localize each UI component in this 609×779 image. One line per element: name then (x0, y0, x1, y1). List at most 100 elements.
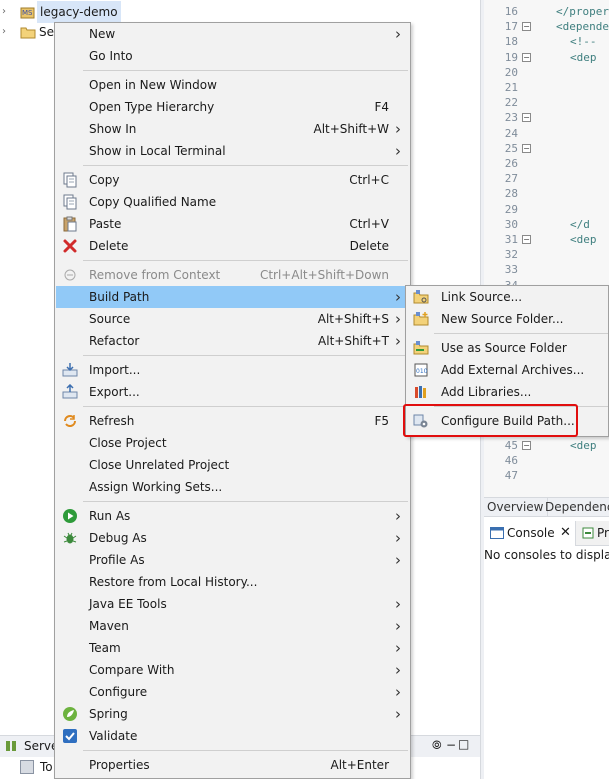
fold-toggle-icon[interactable]: − (522, 22, 531, 32)
menu-item-label: Go Into (89, 49, 133, 63)
menu-item-paste[interactable]: Paste Ctrl+V (56, 213, 409, 235)
submenu-arrow-icon: › (395, 120, 401, 138)
fold-toggle-icon[interactable]: − (522, 113, 531, 123)
menu-item-profile-as[interactable]: Profile As › (56, 549, 409, 571)
line-number: 33 (504, 263, 518, 277)
use-source-folder-icon (413, 340, 429, 356)
menu-item-team[interactable]: Team › (56, 637, 409, 659)
console-view-tabbar: Console ✕ Pr (484, 521, 609, 546)
expand-arrow-icon[interactable]: › (2, 21, 6, 43)
tab-second[interactable]: Pr (597, 526, 609, 540)
code-text: <!-- (570, 35, 597, 49)
menu-item-shortcut: Alt+Shift+W (313, 122, 390, 136)
menu-item-shortcut: Ctrl+Alt+Shift+Down (259, 268, 389, 282)
menu-item-show-in-local-terminal[interactable]: Show in Local Terminal › (56, 140, 409, 162)
menu-item-validate[interactable]: Validate (56, 725, 409, 747)
menu-item-configure[interactable]: Configure › (56, 681, 409, 703)
expand-arrow-icon[interactable]: › (2, 1, 6, 23)
menu-item-compare-with[interactable]: Compare With › (56, 659, 409, 681)
menu-item-delete[interactable]: Delete Delete (56, 235, 409, 257)
menu-item-java-ee-tools[interactable]: Java EE Tools › (56, 593, 409, 615)
menu-item-refresh[interactable]: Refresh F5 (56, 410, 409, 432)
menu-item-show-in[interactable]: Show In Alt+Shift+W › (56, 118, 409, 140)
submenu-item-label: Add Libraries... (441, 385, 532, 399)
submenu-item-add-external-archives[interactable]: 010 Add External Archives... (407, 359, 609, 381)
close-icon[interactable]: ✕ (560, 525, 571, 540)
fold-toggle-icon[interactable]: − (522, 143, 531, 153)
menu-item-refactor[interactable]: Refactor Alt+Shift+T › (56, 330, 409, 352)
menu-item-import[interactable]: Import... (56, 359, 409, 381)
line-number: 19 (504, 50, 518, 64)
menu-item-label: Open Type Hierarchy (89, 100, 215, 114)
code-text: </proper (556, 5, 609, 18)
menu-item-label: Close Unrelated Project (89, 458, 230, 472)
menu-item-copy[interactable]: Copy Ctrl+C (56, 169, 409, 191)
line-number: 46 (504, 454, 518, 468)
menu-item-close-project[interactable]: Close Project (56, 432, 409, 454)
menu-item-remove-from-context[interactable]: Remove from Context Ctrl+Alt+Shift+Down (56, 264, 409, 286)
server-icon (20, 760, 34, 774)
menu-item-shortcut: Ctrl+C (349, 173, 389, 187)
submenu-item-link-source[interactable]: Link Source... (407, 286, 609, 308)
menu-item-label: Compare With (89, 663, 175, 677)
tab-console[interactable]: Console ✕ (484, 521, 576, 546)
menu-item-go-into[interactable]: Go Into (56, 45, 409, 67)
menu-item-open-in-new-window[interactable]: Open in New Window (56, 74, 409, 96)
menu-item-open-type-hierarchy[interactable]: Open Type Hierarchy F4 (56, 96, 409, 118)
menu-item-maven[interactable]: Maven › (56, 615, 409, 637)
copy-icon (62, 194, 78, 210)
menu-item-label: Maven (89, 619, 129, 633)
line-number: 21 (504, 81, 518, 94)
menu-item-properties[interactable]: Properties Alt+Enter (56, 754, 409, 776)
menu-item-label: Paste (89, 217, 122, 231)
line-number: 22 (504, 96, 518, 110)
line-number: 28 (504, 187, 518, 201)
menu-item-new[interactable]: New › (56, 23, 409, 45)
fold-toggle-icon[interactable]: − (522, 52, 531, 62)
submenu-arrow-icon: › (395, 595, 401, 613)
line-number: 18 (504, 35, 518, 49)
menu-separator (83, 501, 408, 502)
servers-icon (4, 739, 18, 753)
menu-item-restore-from-local-history[interactable]: Restore from Local History... (56, 571, 409, 593)
line-number: 31 (504, 233, 518, 246)
submenu-item-new-source-folder[interactable]: New Source Folder... (407, 308, 609, 330)
menu-item-debug-as[interactable]: Debug As › (56, 527, 409, 549)
tab-dependencies[interactable]: Dependencie (542, 498, 609, 517)
submenu-item-configure-build-path[interactable]: Configure Build Path... (407, 410, 609, 432)
fold-toggle-icon[interactable]: − (522, 235, 531, 244)
menu-item-export[interactable]: Export... (56, 381, 409, 403)
submenu-item-add-libraries[interactable]: Add Libraries... (407, 381, 609, 403)
submenu-item-use-as-source-folder[interactable]: Use as Source Folder (407, 337, 609, 359)
menu-item-run-as[interactable]: Run As › (56, 505, 409, 527)
menu-item-source[interactable]: Source Alt+Shift+S › (56, 308, 409, 330)
menu-item-close-unrelated-project[interactable]: Close Unrelated Project (56, 454, 409, 476)
menu-separator (83, 70, 408, 71)
menu-item-label: Refresh (89, 414, 135, 428)
fold-toggle-icon[interactable]: − (522, 441, 531, 450)
check-icon (62, 728, 78, 744)
maximize-icon[interactable]: □ (458, 737, 469, 751)
menu-item-spring[interactable]: Spring › (56, 703, 409, 725)
menu-item-build-path[interactable]: Build Path › (56, 286, 409, 308)
console-body: No consoles to display (484, 546, 609, 779)
folder-icon (20, 25, 36, 39)
minimize-icon[interactable]: − (446, 738, 456, 752)
menu-item-label: Java EE Tools (89, 597, 167, 611)
menu-item-copy-qualified-name[interactable]: Copy Qualified Name (56, 191, 409, 213)
menu-item-label: New (89, 27, 116, 41)
submenu-arrow-icon: › (395, 617, 401, 635)
line-number: 20 (504, 65, 518, 79)
view-menu-icon[interactable]: ⦾ (432, 738, 442, 753)
context-menu: New › Go Into Open in New Window Open Type H… (54, 22, 411, 779)
menu-item-shortcut: Alt+Shift+S (317, 312, 389, 326)
menu-separator (83, 406, 408, 407)
menu-item-shortcut: Ctrl+V (349, 217, 389, 231)
debug-icon (62, 530, 78, 546)
menu-item-assign-working-sets[interactable]: Assign Working Sets... (56, 476, 409, 498)
tab-overview[interactable]: Overview (484, 498, 548, 517)
